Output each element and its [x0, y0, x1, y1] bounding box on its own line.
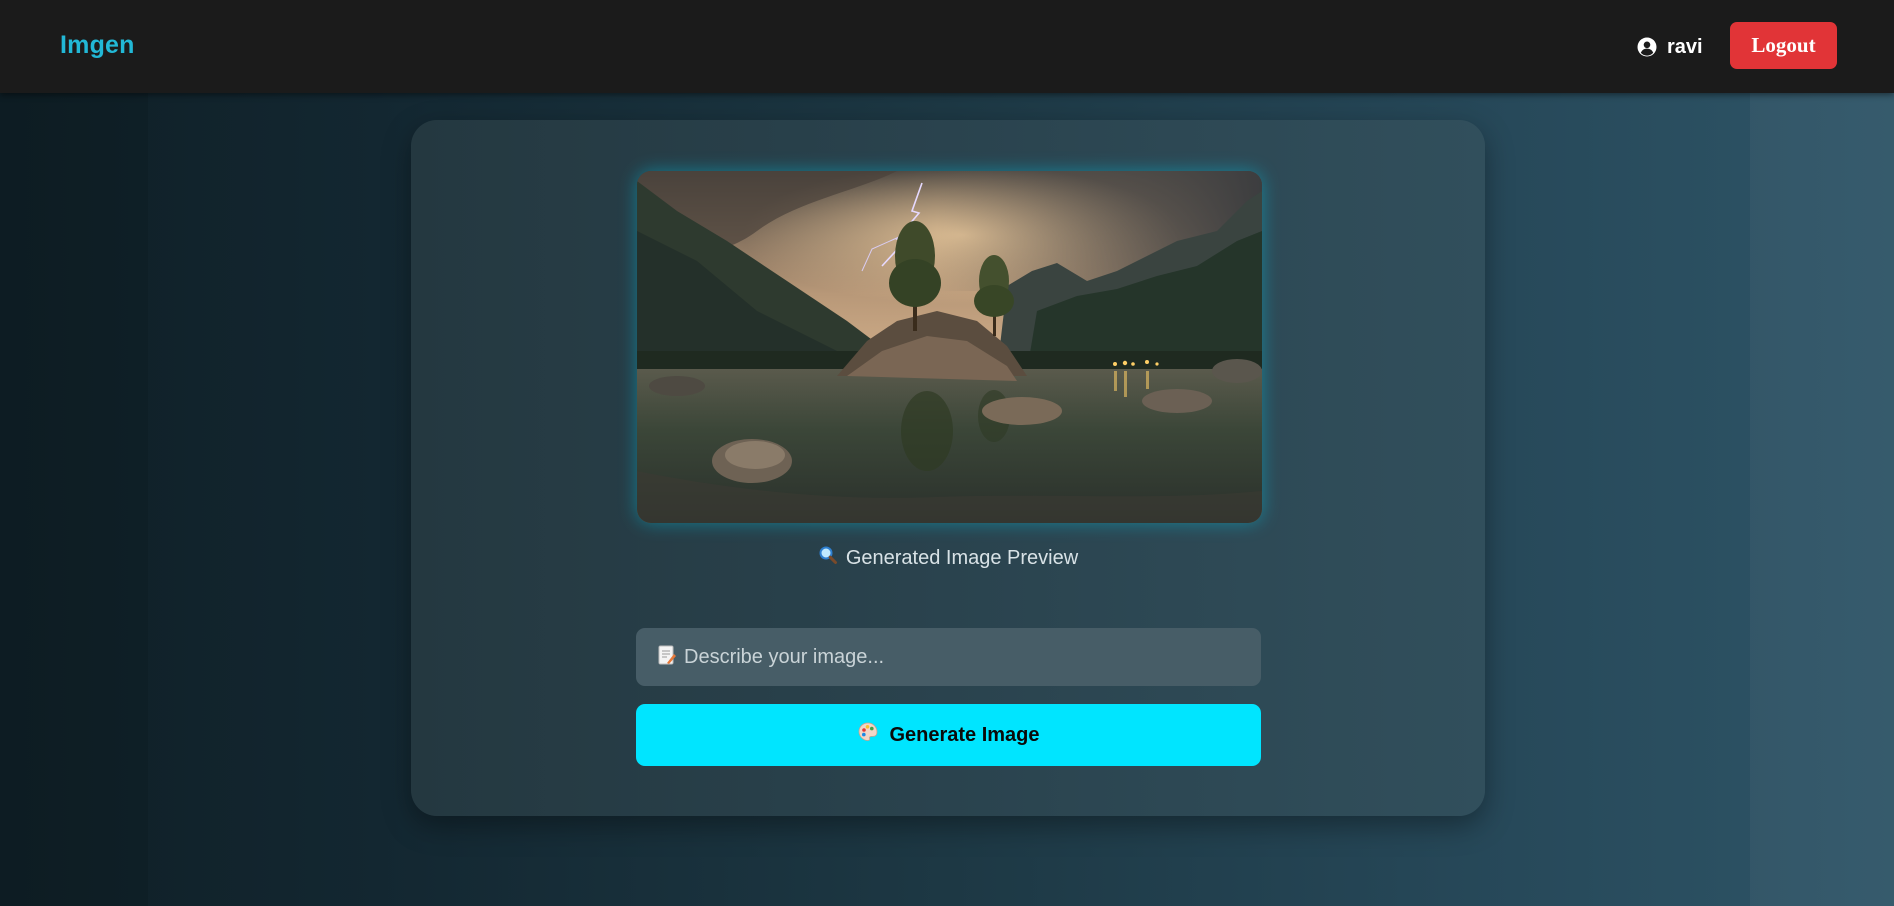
logout-button[interactable]: Logout	[1730, 22, 1837, 69]
memo-icon	[658, 645, 676, 670]
prompt-field[interactable]	[636, 627, 1261, 687]
preview-caption-text: Generated Image Preview	[845, 546, 1079, 569]
prompt-input[interactable]	[676, 627, 1261, 687]
navbar: Imgen ravi Logout	[0, 0, 1894, 93]
palette-icon	[857, 721, 879, 749]
background-band-left	[0, 93, 148, 906]
user-menu: ravi	[1637, 34, 1703, 60]
magnifier-icon	[818, 545, 838, 571]
username-label: ravi	[1667, 35, 1703, 58]
landscape-image	[637, 171, 1262, 523]
generated-image-preview	[637, 171, 1262, 523]
generate-image-button[interactable]: Generate Image	[636, 704, 1261, 766]
user-circle-icon	[1637, 37, 1657, 57]
generator-card: Generated Image Preview Generate Image	[411, 120, 1485, 816]
brand-logo[interactable]: Imgen	[60, 31, 135, 60]
generate-button-label: Generate Image	[889, 723, 1040, 746]
preview-caption: Generated Image Preview	[411, 545, 1485, 571]
background-band-right	[1750, 93, 1894, 906]
